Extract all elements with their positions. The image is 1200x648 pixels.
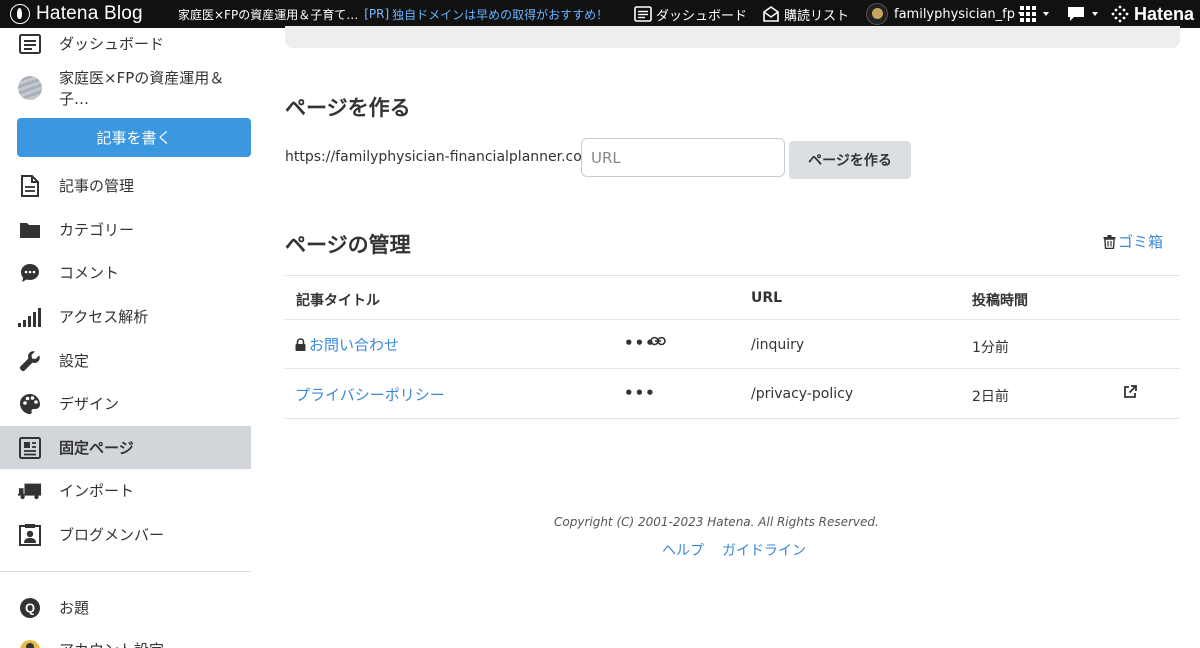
- page-posted-time: 2日前: [972, 389, 1009, 405]
- help-link[interactable]: ヘルプ: [662, 540, 704, 560]
- more-options-button[interactable]: •••: [624, 384, 656, 402]
- lock-icon: [295, 338, 306, 351]
- sidebar-item-label: ダッシュボード: [59, 35, 165, 53]
- sidebar-item-members[interactable]: ブログメンバー: [0, 513, 251, 556]
- manage-pages-heading: ページの管理: [285, 233, 411, 257]
- guidelines-link[interactable]: ガイドライン: [722, 540, 806, 560]
- sidebar-item-label: お題: [59, 599, 90, 617]
- sidebar-item-analytics[interactable]: アクセス解析: [0, 295, 251, 338]
- dashboard-icon: [18, 32, 42, 56]
- page-posted-time: 1分前: [972, 340, 1009, 356]
- trash-icon: [1103, 234, 1116, 249]
- sidebar-item-label: インポート: [59, 482, 135, 500]
- table-row-title-link[interactable]: プライバシーポリシー: [295, 384, 445, 405]
- link-icon[interactable]: [650, 336, 666, 346]
- grid-icon: [1020, 6, 1036, 22]
- sidebar-item-label: アカウント設定: [59, 639, 164, 648]
- sidebar-item-label: 家庭医×FPの資産運用＆子…: [59, 68, 225, 108]
- user-menu[interactable]: familyphysician_fp: [866, 0, 1024, 28]
- palette-icon: [18, 392, 42, 416]
- blog-title-link[interactable]: 家庭医×FPの資産運用＆子育て…: [178, 6, 358, 23]
- page-title: お問い合わせ: [309, 336, 400, 354]
- table-divider: [285, 368, 1180, 369]
- wrench-icon: [18, 349, 42, 373]
- sidebar-item-label: 記事の管理: [59, 177, 135, 195]
- folder-icon: [18, 218, 42, 242]
- sidebar-item-blog[interactable]: 家庭医×FPの資産運用＆子…: [0, 66, 251, 109]
- pages-icon: [18, 436, 42, 460]
- chevron-down-icon: [1043, 12, 1049, 16]
- truck-icon: [18, 479, 42, 503]
- table-divider: [285, 418, 1180, 419]
- sidebar-item-label: デザイン: [59, 395, 120, 413]
- sidebar-item-label: 設定: [59, 352, 90, 370]
- main-content: ページを作る https://familyphysician-financial…: [251, 26, 1200, 648]
- column-header-url: URL: [751, 290, 783, 306]
- create-page-button[interactable]: ページを作る: [789, 141, 911, 179]
- external-link-icon[interactable]: [1123, 385, 1137, 399]
- sidebar-item-label: アクセス解析: [59, 308, 149, 326]
- sidebar-item-label: カテゴリー: [59, 221, 135, 239]
- account-avatar-icon: [18, 638, 42, 648]
- page-url: /privacy-policy: [751, 386, 854, 402]
- write-article-button[interactable]: 記事を書く: [17, 118, 251, 157]
- question-icon: Q: [18, 596, 42, 620]
- member-icon: [18, 523, 42, 547]
- chevron-down-icon: [1092, 12, 1098, 16]
- promo-tag: [PR]: [364, 7, 390, 21]
- reading-list-label: 購読リスト: [784, 8, 850, 24]
- blog-avatar: [18, 75, 42, 100]
- create-page-heading: ページを作る: [285, 96, 411, 120]
- footer-links: ヘルプ ガイドライン: [662, 540, 806, 560]
- column-header-title: 記事タイトル: [296, 293, 380, 309]
- sidebar-item-import[interactable]: インポート: [0, 469, 251, 512]
- svg-text:Q: Q: [25, 600, 35, 615]
- sidebar-divider: [0, 571, 251, 572]
- speech-bubble-icon: [1068, 7, 1084, 21]
- hatena-logo[interactable]: Hatena: [1111, 0, 1194, 28]
- blog-avatar-wrap: [18, 75, 42, 100]
- dashboard-icon: [634, 6, 652, 22]
- page-title: プライバシーポリシー: [295, 386, 445, 404]
- previous-panel: [285, 26, 1180, 48]
- url-prefix: https://familyphysician-financialplanner…: [285, 149, 601, 165]
- page-url: /inquiry: [751, 337, 805, 353]
- sidebar-item-label: 固定ページ: [59, 439, 134, 457]
- sidebar-item-articles[interactable]: 記事の管理: [0, 164, 251, 207]
- column-header-time: 投稿時間: [972, 293, 1028, 309]
- table-divider: [285, 275, 1180, 276]
- notifications-menu[interactable]: [1067, 0, 1098, 28]
- table-row-title-link[interactable]: お問い合わせ: [295, 334, 399, 355]
- sidebar-item-comments[interactable]: コメント: [0, 251, 251, 294]
- table-divider: [285, 319, 1180, 320]
- hatena-dots-icon: [1111, 5, 1129, 23]
- comment-icon: [18, 261, 42, 285]
- user-avatar: [866, 3, 888, 25]
- copyright: Copyright (C) 2001-2023 Hatena. All Righ…: [554, 515, 879, 529]
- sidebar-item-label: ブログメンバー: [59, 526, 165, 544]
- sidebar-item-static-pages[interactable]: 固定ページ: [0, 426, 251, 469]
- bar-chart-icon: [18, 305, 42, 329]
- inbox-icon: [763, 6, 779, 22]
- sidebar-item-odai[interactable]: Q お題: [0, 586, 251, 629]
- sidebar-item-categories[interactable]: カテゴリー: [0, 208, 251, 251]
- trash-label: ゴミ箱: [1118, 233, 1164, 251]
- document-icon: [18, 174, 42, 198]
- user-name: familyphysician_fp: [894, 6, 1015, 22]
- apps-menu[interactable]: [1020, 0, 1049, 28]
- dashboard-label: ダッシュボード: [656, 8, 748, 24]
- hatena-label: Hatena: [1133, 3, 1194, 24]
- sidebar-item-dashboard[interactable]: ダッシュボード: [0, 22, 251, 65]
- trash-link[interactable]: ゴミ箱: [1103, 231, 1163, 252]
- sidebar-item-settings[interactable]: 設定: [0, 339, 251, 382]
- page-url-input[interactable]: [581, 138, 785, 177]
- sidebar-item-label: コメント: [59, 264, 120, 282]
- sidebar-item-account[interactable]: アカウント設定: [0, 628, 251, 648]
- sidebar-item-design[interactable]: デザイン: [0, 382, 251, 425]
- promo-link[interactable]: 独自ドメインは早めの取得がおすすめ！: [392, 6, 608, 23]
- reading-list-link[interactable]: 購読リスト: [762, 0, 849, 28]
- dashboard-link[interactable]: ダッシュボード: [634, 0, 747, 28]
- hatena-blog-logo-icon: [10, 4, 30, 24]
- sidebar: ダッシュボード 家庭医×FPの資産運用＆子… 記事を書く 記事の管理 カテゴリー…: [0, 28, 251, 648]
